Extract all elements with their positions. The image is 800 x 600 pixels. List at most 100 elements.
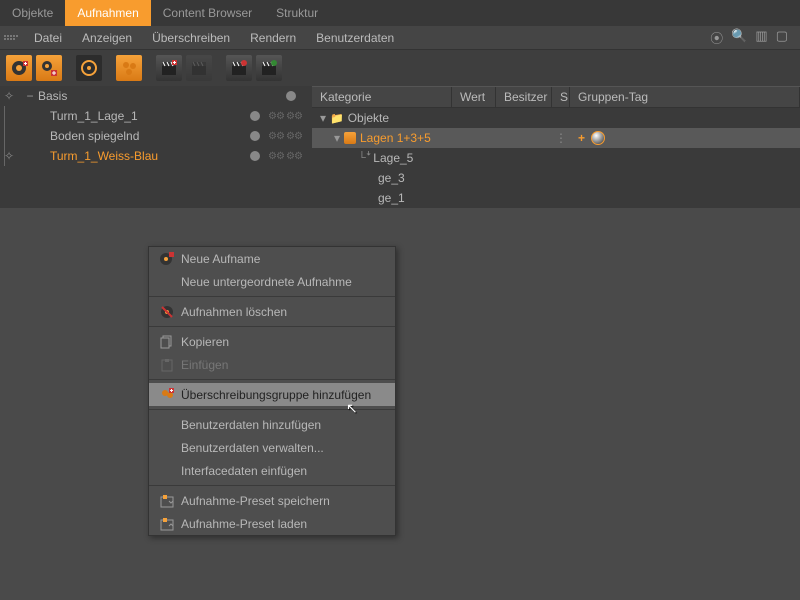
tree-label[interactable]: Basis	[36, 89, 67, 103]
visibility-dot[interactable]	[250, 151, 260, 161]
cm-label: Aufnahme-Preset laden	[181, 517, 307, 531]
tab-aufnahmen[interactable]: Aufnahmen	[65, 0, 150, 26]
cm-label: Interfacedaten einfügen	[181, 464, 307, 478]
override-icon[interactable]: ⚙⚙	[268, 111, 278, 121]
cm-label: Neue Aufname	[181, 252, 260, 266]
new-child-take-button[interactable]	[36, 55, 62, 81]
cm-interfacedaten[interactable]: Interfacedaten einfügen	[149, 459, 395, 482]
context-menu: Neue Aufname Neue untergeordnete Aufnahm…	[148, 246, 396, 536]
cm-einfuegen: Einfügen	[149, 353, 395, 376]
tree-row-objekte[interactable]: ▾📁 Objekte	[312, 108, 800, 128]
panel-split-icon[interactable]: ▥	[755, 28, 767, 47]
expand-icon[interactable]: ▾	[334, 131, 344, 145]
target-button[interactable]	[76, 55, 102, 81]
override-icon[interactable]: ⚙⚙	[268, 151, 278, 161]
tree-label[interactable]: Turm_1_Lage_1	[48, 109, 138, 123]
separator	[149, 296, 395, 297]
collapse-icon[interactable]: −	[24, 89, 36, 103]
paste-icon	[157, 357, 177, 373]
status-cell[interactable]: ⋮	[552, 131, 570, 145]
column-headers: Kategorie Wert Besitzer S Gruppen-Tag	[312, 86, 800, 108]
cm-neue-untergeordnete[interactable]: Neue untergeordnete Aufnahme	[149, 270, 395, 293]
clapper-button-1[interactable]	[156, 55, 182, 81]
cm-loeschen[interactable]: Aufnahmen löschen	[149, 300, 395, 323]
tree-label[interactable]: Lage_5	[373, 151, 413, 165]
visibility-dot[interactable]	[250, 111, 260, 121]
tab-struktur[interactable]: Struktur	[264, 0, 330, 26]
film-reel-icon	[157, 251, 177, 267]
separator	[149, 485, 395, 486]
copy-icon	[157, 334, 177, 350]
tree-label[interactable]: ge_1	[378, 191, 405, 205]
tree-row[interactable]: Boden spiegelnd ⚙⚙ ⚙⚙	[0, 126, 312, 146]
menubar: Datei Anzeigen Überschreiben Rendern Ben…	[0, 26, 800, 50]
group-add-icon	[157, 387, 177, 403]
cm-benutzerdaten-hinzu[interactable]: Benutzerdaten hinzufügen	[149, 413, 395, 436]
tree-row-selected[interactable]: Turm_1_Weiss-Blau ⚙⚙ ⚙⚙	[0, 146, 312, 166]
menu-datei[interactable]: Datei	[24, 27, 72, 49]
overrides-panel: Kategorie Wert Besitzer S Gruppen-Tag ▾📁…	[312, 86, 800, 208]
cm-label: Benutzerdaten hinzufügen	[181, 418, 321, 432]
menubar-grip-icon[interactable]	[4, 31, 18, 45]
tree-row[interactable]: ge_3	[312, 168, 800, 188]
header-besitzer[interactable]: Besitzer	[496, 87, 552, 107]
cm-label: Benutzerdaten verwalten...	[181, 441, 324, 455]
molecule-button[interactable]	[116, 55, 142, 81]
tree-label[interactable]: Lagen 1+3+5	[360, 131, 431, 145]
override-icon[interactable]: ⚙⚙	[286, 131, 296, 141]
override-icon[interactable]: ⚙⚙	[268, 131, 278, 141]
tab-objekte[interactable]: Objekte	[0, 0, 65, 26]
header-gruppen-tag[interactable]: Gruppen-Tag	[570, 87, 800, 107]
search-icon[interactable]: 🔍	[731, 28, 747, 47]
separator	[149, 409, 395, 410]
cm-preset-speichern[interactable]: Aufnahme-Preset speichern	[149, 489, 395, 512]
cm-label: Aufnahmen löschen	[181, 305, 287, 319]
clapper-button-4[interactable]	[256, 55, 282, 81]
tree-row[interactable]: ge_1	[312, 188, 800, 208]
separator	[149, 326, 395, 327]
cm-preset-laden[interactable]: Aufnahme-Preset laden	[149, 512, 395, 535]
toolbar	[0, 50, 800, 86]
cm-label: Einfügen	[181, 358, 228, 372]
visibility-dot[interactable]	[286, 91, 296, 101]
tab-content-browser[interactable]: Content Browser	[151, 0, 264, 26]
clapper-button-3[interactable]	[226, 55, 252, 81]
tree-row[interactable]: Turm_1_Lage_1 ⚙⚙ ⚙⚙	[0, 106, 312, 126]
tree-label[interactable]: Turm_1_Weiss-Blau	[48, 149, 158, 163]
header-s[interactable]: S	[552, 87, 570, 107]
eye-icon[interactable]: ⦿	[710, 28, 723, 47]
expand-icon[interactable]: ▾	[320, 111, 330, 125]
material-sphere-icon[interactable]	[591, 131, 605, 145]
menu-rendern[interactable]: Rendern	[240, 27, 306, 49]
tree-row[interactable]: └ꜜLage_5	[312, 148, 800, 168]
header-wert[interactable]: Wert	[452, 87, 496, 107]
add-tag-button[interactable]: +	[578, 131, 585, 145]
menu-ueberschreiben[interactable]: Überschreiben	[142, 27, 240, 49]
new-take-button[interactable]	[6, 55, 32, 81]
cm-label: Neue untergeordnete Aufnahme	[181, 275, 352, 289]
cm-gruppe-hinzufuegen[interactable]: Überschreibungsgruppe hinzufügen	[149, 383, 395, 406]
cm-benutzerdaten-verwalten[interactable]: Benutzerdaten verwalten...	[149, 436, 395, 459]
override-icon[interactable]: ⚙⚙	[286, 111, 296, 121]
header-kategorie[interactable]: Kategorie	[312, 87, 452, 107]
cm-label: Kopieren	[181, 335, 229, 349]
menu-anzeigen[interactable]: Anzeigen	[72, 27, 142, 49]
cm-label: Aufnahme-Preset speichern	[181, 494, 330, 508]
tree-label[interactable]: Objekte	[348, 111, 389, 125]
menu-benutzerdaten[interactable]: Benutzerdaten	[306, 27, 404, 49]
tree-label[interactable]: ge_3	[378, 171, 405, 185]
panel-full-icon[interactable]: ▢	[776, 28, 788, 47]
main-tabs: Objekte Aufnahmen Content Browser Strukt…	[0, 0, 800, 26]
preset-load-icon	[157, 516, 177, 532]
override-icon[interactable]: ⚙⚙	[286, 151, 296, 161]
layers-icon	[344, 132, 356, 144]
visibility-dot[interactable]	[250, 131, 260, 141]
cm-neue-aufnahme[interactable]: Neue Aufname	[149, 247, 395, 270]
folder-icon: 📁	[330, 112, 344, 125]
tree-label[interactable]: Boden spiegelnd	[48, 129, 139, 143]
tree-row-lagen[interactable]: ▾ Lagen 1+3+5 ⋮ +	[312, 128, 800, 148]
tree-row-basis[interactable]: − Basis	[0, 86, 312, 106]
preset-save-icon	[157, 493, 177, 509]
cm-kopieren[interactable]: Kopieren	[149, 330, 395, 353]
clapper-button-2[interactable]	[186, 55, 212, 81]
